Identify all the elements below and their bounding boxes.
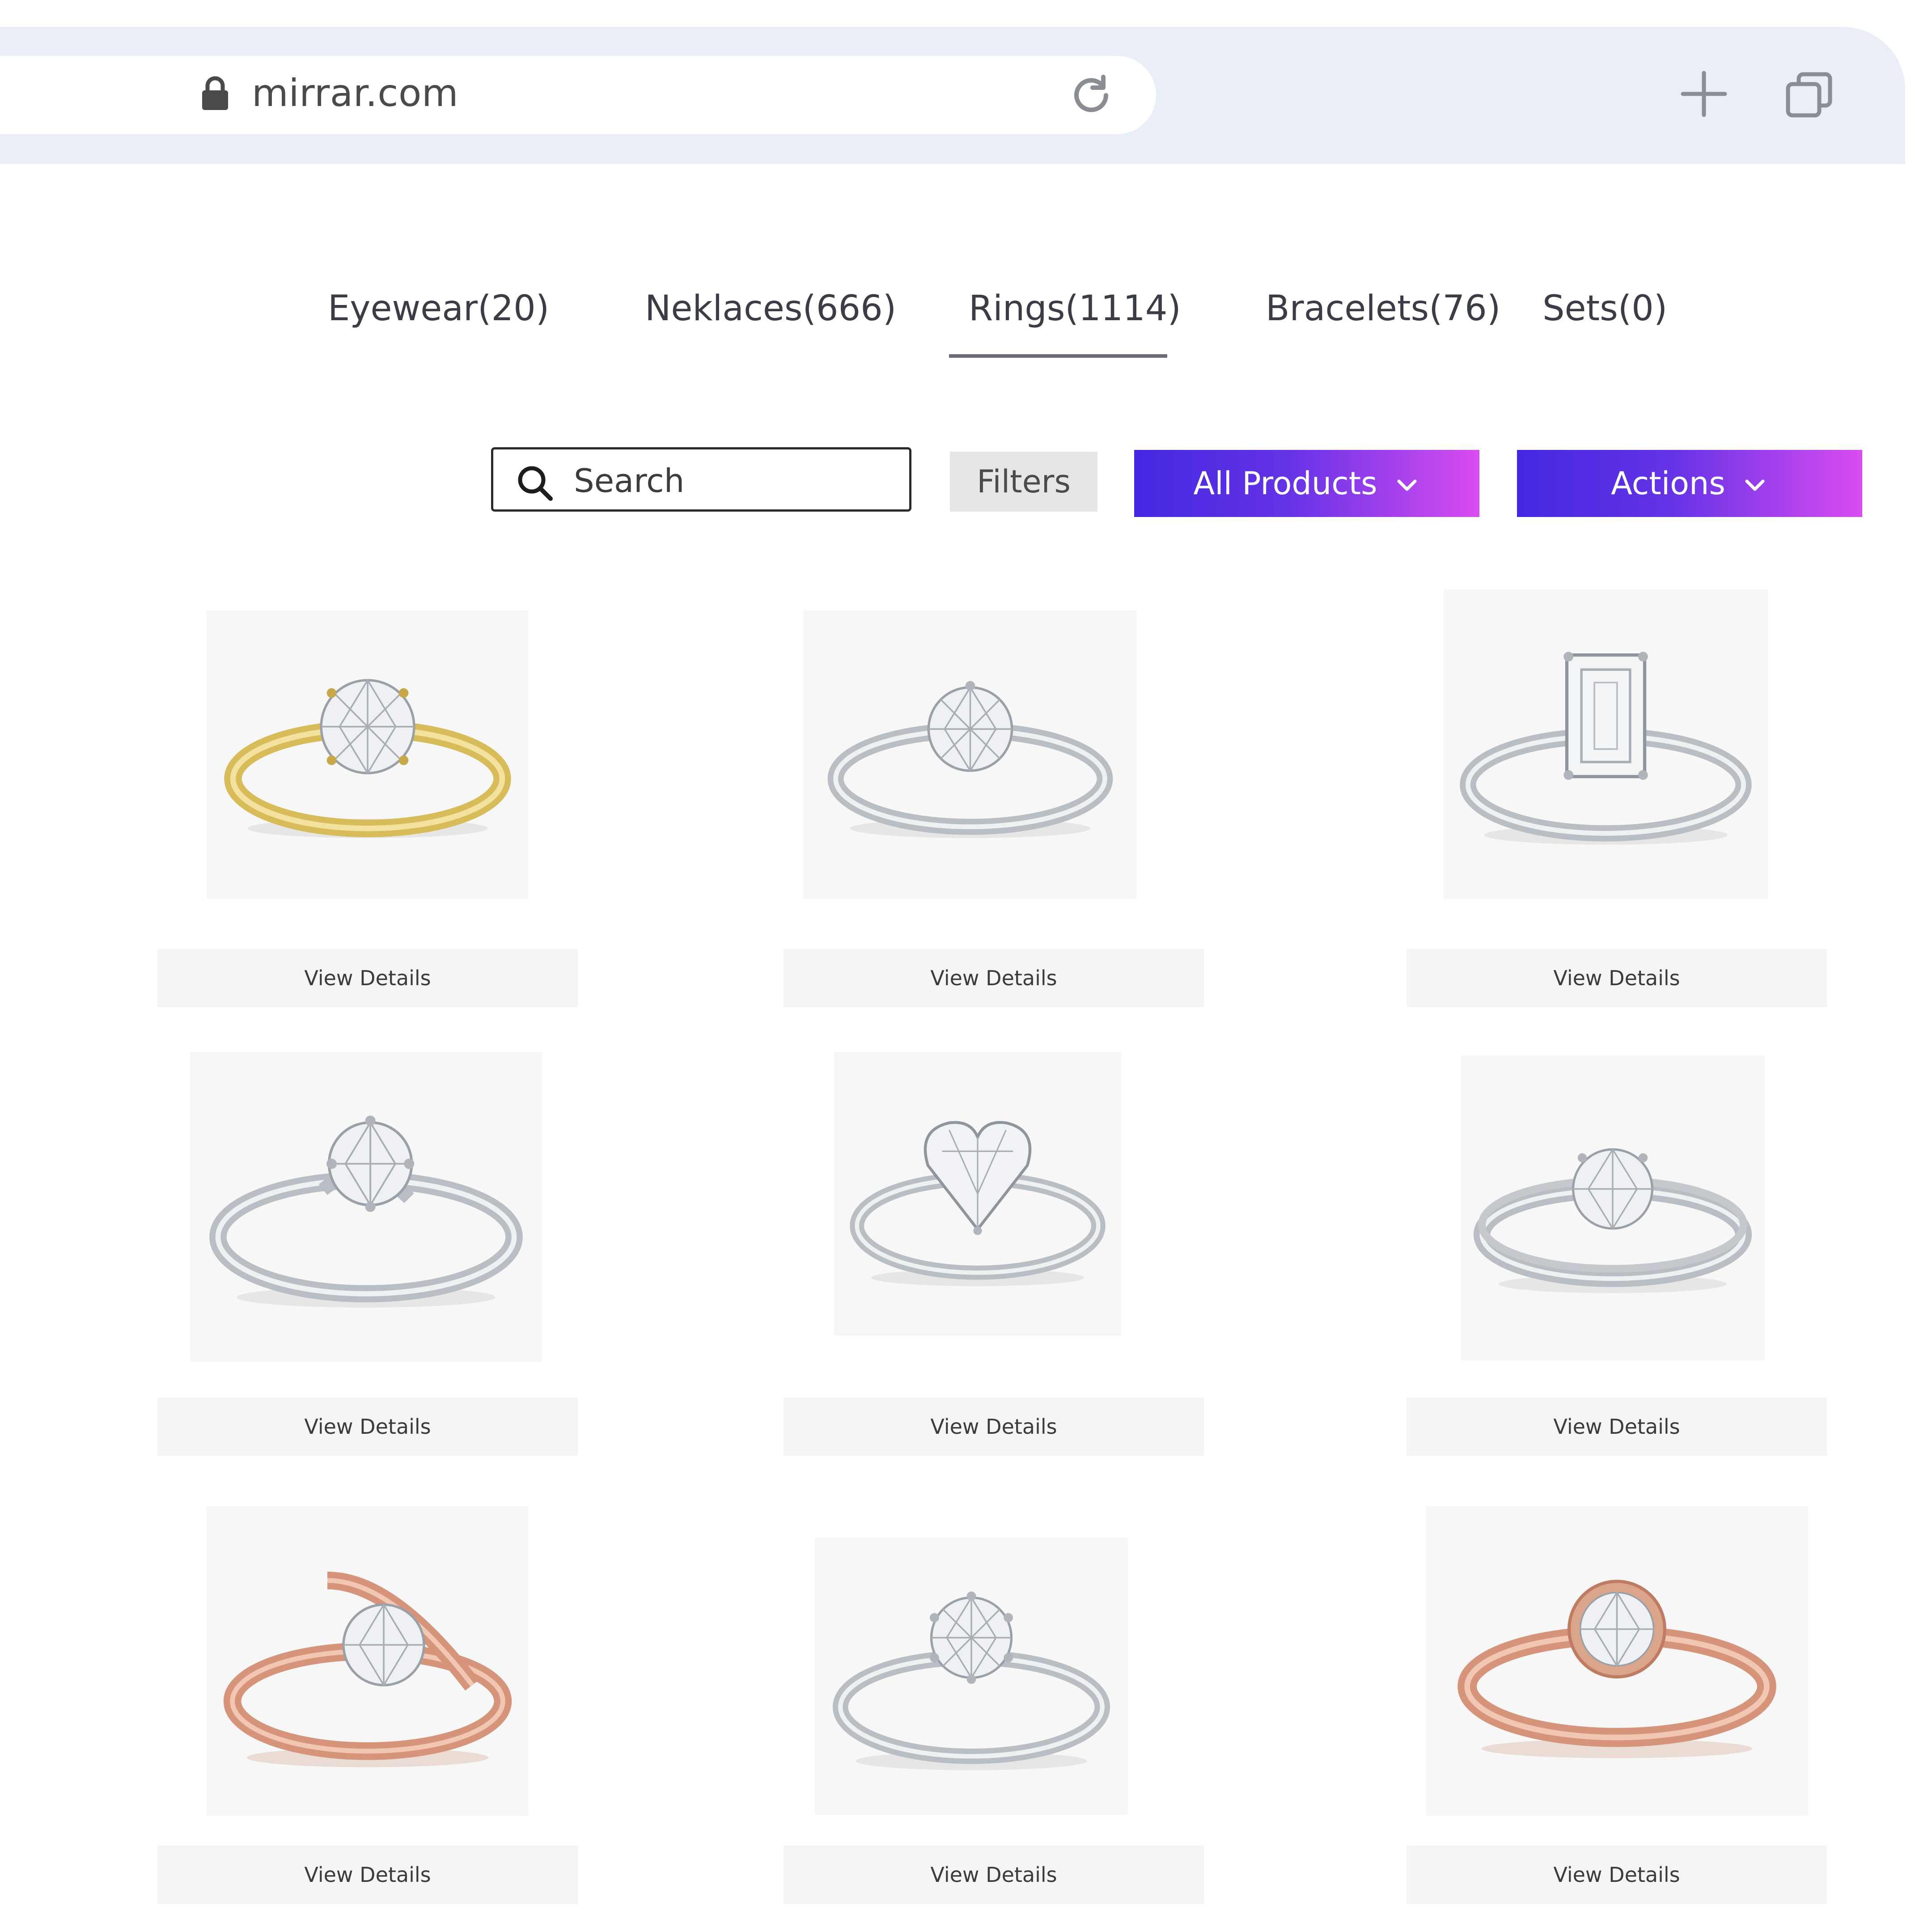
white-gold-solitaire-ring-image: [827, 681, 1113, 838]
tabs-switcher-icon[interactable]: [1784, 71, 1834, 120]
emerald-cut-ring-image: [1460, 652, 1752, 845]
rose-gold-bypass-ring-image: [223, 1572, 512, 1767]
rose-gold-bezel-ring-image: [1457, 1580, 1776, 1758]
search-input[interactable]: [574, 459, 896, 502]
product-image[interactable]: [207, 1506, 529, 1816]
tab-rings[interactable]: Rings(1114): [969, 282, 1181, 335]
address-bar[interactable]: [0, 56, 1156, 134]
chevron-down-icon: [1397, 479, 1417, 491]
lock-icon: [202, 76, 228, 110]
reload-icon[interactable]: [1067, 71, 1116, 120]
split-shank-ring-image: [1473, 1148, 1752, 1293]
product-image[interactable]: [190, 1052, 542, 1362]
product-image[interactable]: [1461, 1055, 1765, 1360]
view-details-button[interactable]: View Details: [1407, 949, 1827, 1007]
view-details-button[interactable]: View Details: [157, 1846, 578, 1904]
heart-shape-ring-image: [850, 1121, 1106, 1286]
new-tab-plus-icon[interactable]: [1679, 69, 1729, 119]
yellow-gold-solitaire-ring-image: [224, 678, 511, 838]
view-details-button[interactable]: View Details: [784, 1846, 1204, 1904]
view-details-button[interactable]: View Details: [157, 949, 578, 1007]
twist-solitaire-ring-image: [209, 1115, 523, 1308]
tab-bracelets[interactable]: Bracelets(76): [1266, 282, 1500, 335]
product-image[interactable]: [834, 1052, 1121, 1336]
product-image[interactable]: [207, 610, 529, 899]
product-image[interactable]: [815, 1538, 1128, 1815]
tab-neklaces[interactable]: Neklaces(666): [645, 282, 896, 335]
six-prong-solitaire-ring-image: [833, 1591, 1110, 1771]
search-icon: [518, 466, 553, 501]
tab-eyewear[interactable]: Eyewear(20): [328, 282, 549, 335]
active-tab-indicator: [949, 354, 1167, 358]
view-details-button[interactable]: View Details: [784, 1398, 1204, 1456]
all-products-label: All Products: [1193, 465, 1377, 502]
view-details-button[interactable]: View Details: [157, 1398, 578, 1456]
tab-sets[interactable]: Sets(0): [1542, 282, 1667, 335]
url-text[interactable]: mirrar.com: [252, 68, 458, 118]
actions-dropdown[interactable]: Actions: [1517, 450, 1862, 517]
all-products-dropdown[interactable]: All Products: [1134, 450, 1479, 517]
product-image[interactable]: [1444, 589, 1768, 899]
page: mirrar.com Eyewear(20) Neklaces(666) Rin…: [0, 0, 1932, 1932]
product-image[interactable]: [804, 610, 1137, 899]
view-details-button[interactable]: View Details: [784, 949, 1204, 1007]
view-details-button[interactable]: View Details: [1407, 1398, 1827, 1456]
filters-button[interactable]: Filters: [950, 452, 1097, 512]
view-details-button[interactable]: View Details: [1407, 1846, 1827, 1904]
chevron-down-icon: [1745, 479, 1765, 491]
search-box[interactable]: [491, 447, 911, 512]
product-image[interactable]: [1426, 1506, 1808, 1816]
actions-label: Actions: [1611, 465, 1725, 502]
